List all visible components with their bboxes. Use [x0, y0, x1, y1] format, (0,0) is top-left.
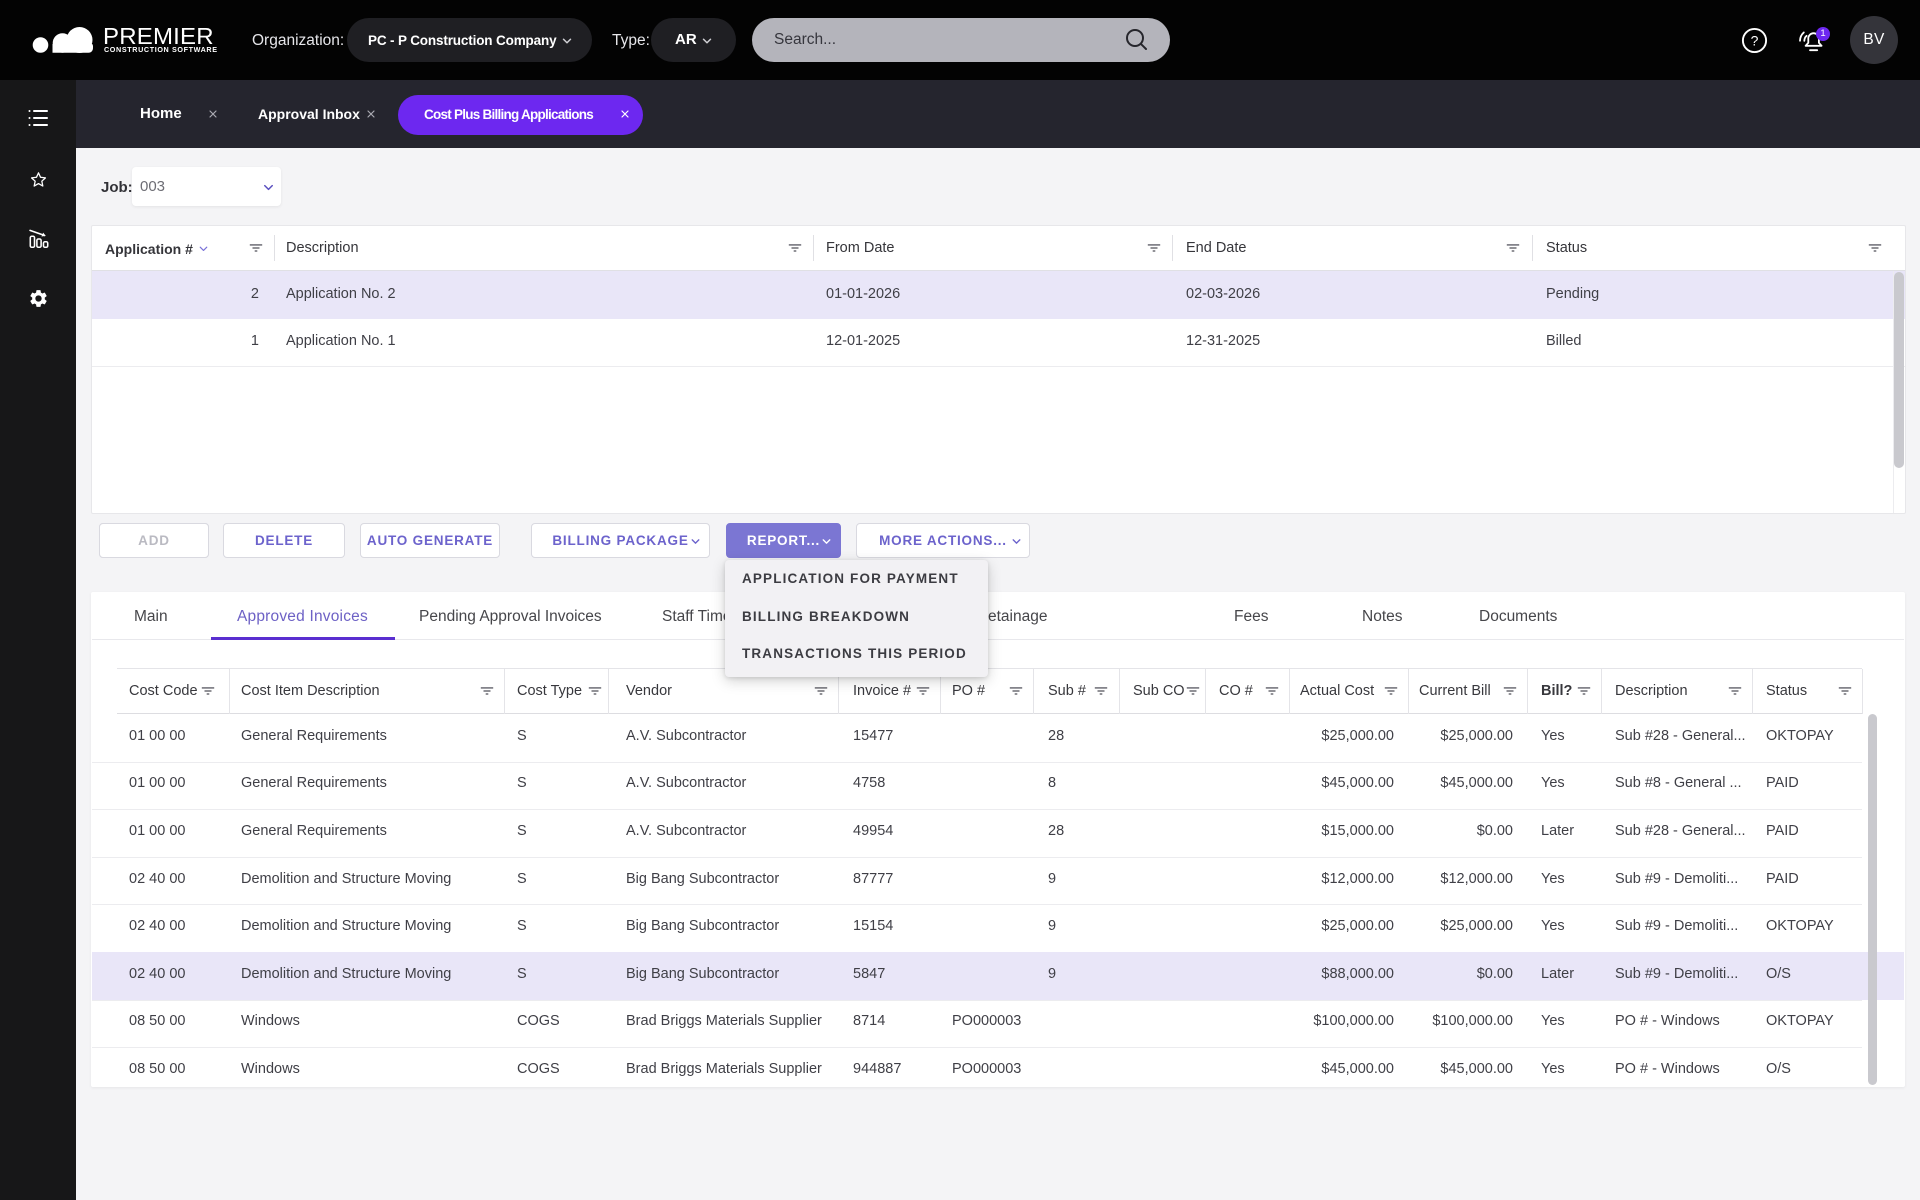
svg-text:?: ? — [1751, 33, 1759, 49]
